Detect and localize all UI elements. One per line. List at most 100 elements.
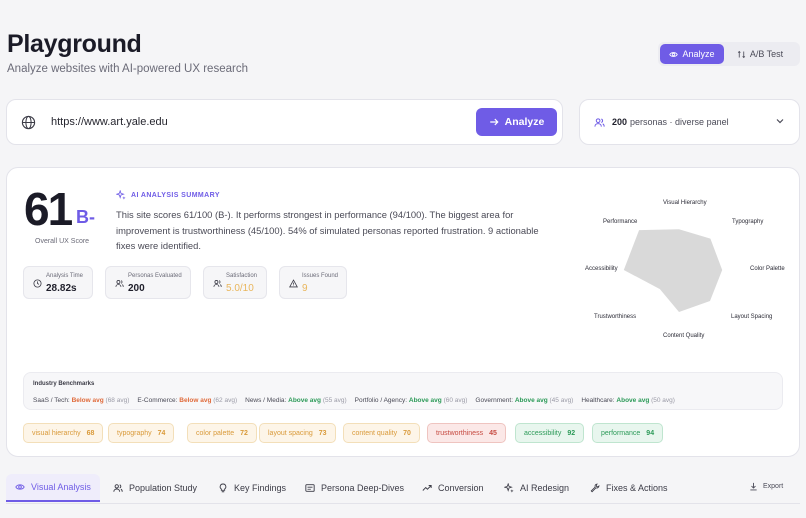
chip-label: performance (601, 429, 641, 437)
clock-icon (33, 279, 42, 288)
score-label: Overall UX Score (35, 238, 90, 245)
category-chip[interactable]: accessibility 92 (515, 423, 585, 443)
ab-test-mode-label: A/B Test (749, 49, 784, 59)
analyze-mode-button[interactable]: Analyze (660, 44, 724, 64)
tab-population-study[interactable]: Population Study (104, 474, 206, 502)
radar-axis-label: Performance (603, 219, 638, 225)
wrench-icon (590, 483, 600, 493)
tab-fixes-actions[interactable]: Fixes & Actions (581, 474, 677, 502)
chip-label: visual hierarchy (32, 429, 81, 437)
benchmark-name: Government: (475, 397, 513, 404)
radar-axis-label: Accessibility (585, 266, 618, 272)
stat-label: Issues Found (302, 273, 339, 279)
arrow-right-icon (489, 118, 499, 126)
radar-axis-label: Content Quality (663, 333, 705, 339)
chevron-down-icon (776, 119, 784, 124)
chip-label: content quality (352, 429, 398, 437)
download-icon (750, 482, 757, 491)
benchmark-name: Portfolio / Agency: (354, 397, 408, 404)
benchmark-status: Below avg (71, 397, 104, 404)
tab-label: Visual Analysis (31, 482, 91, 492)
tab-label: AI Redesign (520, 483, 570, 493)
chip-value: 72 (240, 429, 248, 437)
radar-axis-label: Trustworthiness (594, 314, 637, 320)
radar-axis-label: Visual Hierarchy (663, 200, 707, 206)
category-chip[interactable]: layout spacing 73 (259, 423, 336, 443)
tab-conversion[interactable]: Conversion (413, 474, 493, 502)
tab-key-findings[interactable]: Key Findings (209, 474, 295, 502)
url-card: https://www.art.yale.edu Analyze (6, 99, 563, 145)
result-tabs: Visual Analysis Population Study Key Findi… (6, 474, 800, 504)
tabs-divider (6, 503, 800, 504)
chip-value: 73 (318, 429, 327, 437)
benchmark-name: SaaS / Tech: (33, 397, 70, 404)
stat-satisfaction: Satisfaction 5.0/10 (203, 266, 267, 299)
benchmark-item: News / Media: Above avg (55 avg) (245, 397, 347, 404)
score-grade: B- (76, 207, 95, 227)
industry-benchmarks: Industry Benchmarks SaaS / Tech: Below a… (23, 372, 783, 410)
stat-value: 5.0/10 (226, 283, 254, 294)
stat-issues-found: Issues Found 9 (279, 266, 347, 299)
tab-ai-redesign[interactable]: AI Redesign (495, 474, 578, 502)
globe-icon (21, 115, 36, 130)
benchmark-name: E-Commerce: (137, 397, 178, 404)
benchmark-status: Above avg (514, 397, 548, 404)
ai-summary-label: AI ANALYSIS SUMMARY (131, 191, 220, 199)
page-subtitle: Analyze websites with AI-powered UX rese… (7, 63, 248, 75)
lightbulb-icon (219, 483, 227, 493)
persona-label: personas · diverse panel (630, 117, 729, 127)
category-chip[interactable]: typography 74 (108, 423, 175, 443)
sparkle-icon (116, 190, 126, 200)
tab-persona-deep-dives[interactable]: Persona Deep-Dives (296, 474, 413, 502)
benchmark-item: Government: Above avg (45 avg) (475, 397, 573, 404)
radar-axis-label: Typography (732, 219, 764, 225)
export-button[interactable]: Export (749, 482, 783, 491)
benchmarks-title: Industry Benchmarks (33, 381, 95, 387)
chip-value: 70 (403, 429, 411, 437)
analysis-card: 61 B- Overall UX Score AI ANALYSIS SUMMA… (6, 167, 800, 457)
persona-select[interactable]: 200 personas · diverse panel (579, 99, 800, 145)
benchmark-item: E-Commerce: Below avg (62 avg) (137, 397, 237, 404)
stat-label: Satisfaction (226, 273, 258, 279)
stat-label: Analysis Time (46, 273, 84, 279)
chip-value: 74 (157, 429, 166, 437)
tab-label: Persona Deep-Dives (321, 483, 405, 493)
export-label: Export (763, 483, 784, 490)
stat-personas-evaluated: Personas Evaluated 200 (105, 266, 191, 299)
category-chip[interactable]: color palette 72 (187, 423, 257, 443)
benchmark-item: SaaS / Tech: Below avg (68 avg) (33, 397, 129, 404)
warning-icon (289, 279, 298, 288)
stat-value: 28.82s (46, 283, 77, 294)
persona-count: 200 (612, 117, 628, 127)
category-chip[interactable]: trustworthiness 45 (427, 423, 506, 443)
ai-summary-heading: AI ANALYSIS SUMMARY (116, 190, 220, 200)
tab-label: Population Study (129, 483, 198, 493)
users-icon (115, 280, 124, 287)
tab-visual-analysis[interactable]: Visual Analysis (6, 474, 100, 502)
benchmark-avg: (60 avg) (443, 397, 468, 404)
swap-icon (737, 50, 745, 58)
category-chip[interactable]: performance 94 (592, 423, 664, 443)
benchmark-status: Above avg (288, 397, 321, 404)
analyze-button[interactable]: Analyze (476, 108, 557, 136)
trend-icon (422, 485, 432, 491)
benchmark-avg: (50 avg) (651, 397, 675, 404)
chip-value: 94 (646, 429, 655, 437)
url-input[interactable]: https://www.art.yale.edu (51, 116, 168, 128)
chip-value: 45 (489, 429, 497, 437)
stat-analysis-time: Analysis Time 28.82s (23, 266, 93, 299)
tab-label: Key Findings (234, 483, 287, 493)
stat-label: Personas Evaluated (128, 273, 182, 279)
benchmarks-row: SaaS / Tech: Below avg (68 avg) E-Commerc… (33, 397, 683, 404)
ab-test-mode-button[interactable]: A/B Test (724, 44, 796, 64)
category-chip[interactable]: visual hierarchy 68 (23, 423, 104, 443)
ai-summary-text: This site scores 61/100 (B-). It perform… (116, 209, 539, 251)
chip-value: 68 (86, 429, 95, 437)
sparkle-icon (504, 483, 514, 493)
eye-icon (669, 51, 679, 57)
radar-chart: Visual Hierarchy Typography Color Palette L… (573, 193, 793, 348)
benchmark-avg: (45 avg) (549, 397, 574, 404)
benchmark-item: Healthcare: Above avg (50 avg) (581, 397, 675, 404)
eye-icon (15, 484, 25, 490)
category-chip[interactable]: content quality 70 (343, 423, 420, 443)
